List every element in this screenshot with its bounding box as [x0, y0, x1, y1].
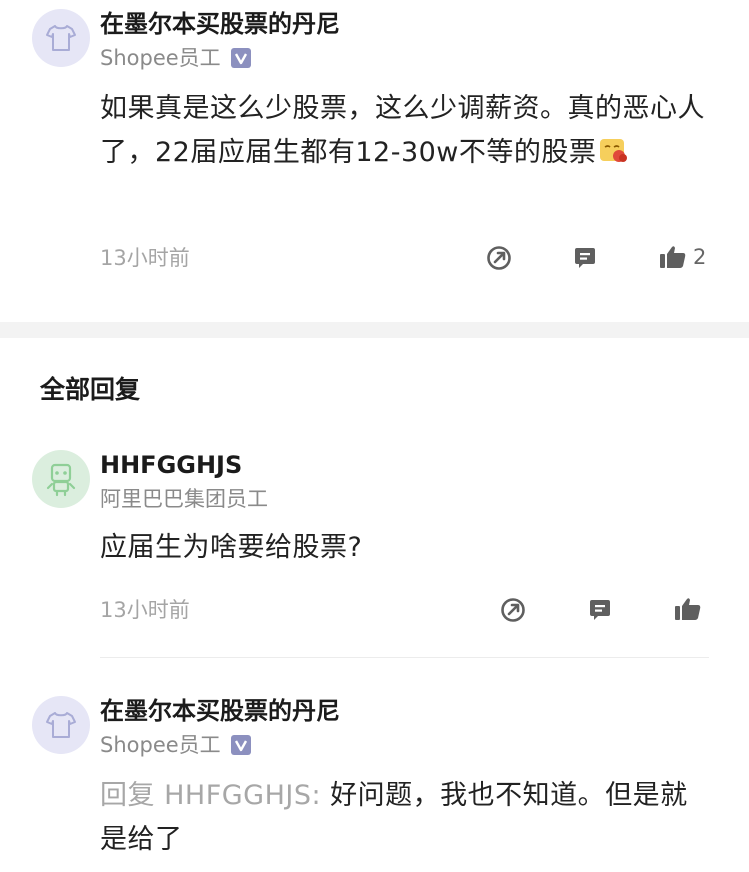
like-count: 2	[693, 245, 707, 269]
author-name[interactable]: 在墨尔本买股票的丹尼	[100, 9, 340, 39]
company-label: Shopee员工	[100, 46, 221, 70]
comment-icon	[590, 600, 610, 620]
share-icon	[501, 598, 525, 622]
verified-badge-icon	[230, 735, 251, 755]
thumbs-up-icon	[660, 246, 686, 268]
reply-item: HHFGGHJS 阿里巴巴集团员工 应届生为啥要给股票? 13小时前	[0, 440, 749, 655]
tshirt-avatar-icon[interactable]	[32, 9, 90, 67]
comment-text: 如果真是这么少股票，这么少调薪资。真的恶心人了，22届应届生都有12-30w不等…	[100, 87, 715, 179]
verified-badge-icon	[230, 48, 251, 68]
like-button[interactable]: 2	[659, 244, 706, 270]
like-button[interactable]	[674, 596, 702, 622]
section-divider	[0, 322, 749, 338]
comment-button[interactable]	[587, 597, 613, 623]
company-label: 阿里巴巴集团员工	[100, 487, 268, 511]
reply-text: 应届生为啥要给股票?	[100, 532, 363, 563]
comment-icon	[575, 248, 595, 268]
comment-button[interactable]	[572, 245, 598, 271]
top-comment: 在墨尔本买股票的丹尼 Shopee员工 如果真是这么少股票，这么少调薪资。真的恶…	[0, 0, 749, 322]
tshirt-avatar-icon[interactable]	[32, 696, 90, 754]
share-button[interactable]	[486, 245, 512, 271]
robot-avatar-icon[interactable]	[32, 450, 90, 508]
share-icon	[487, 246, 511, 270]
author-company: Shopee员工	[100, 45, 251, 71]
sick-face-emoji	[598, 135, 628, 179]
reply-text: 回复 HHFGGHJS: 好问题，我也不知道。但是就是给了	[100, 774, 700, 862]
share-button[interactable]	[500, 597, 526, 623]
thumbs-up-icon	[675, 598, 701, 620]
reply-time: 13小时前	[100, 598, 190, 622]
author-company: Shopee员工	[100, 732, 251, 758]
reply-item: 在墨尔本买股票的丹尼 Shopee员工 回复 HHFGGHJS: 好问题，我也不…	[0, 686, 749, 872]
comment-time: 13小时前	[100, 246, 190, 270]
reply-to-link[interactable]: 回复 HHFGGHJS:	[100, 780, 330, 811]
reply-divider	[100, 657, 709, 658]
replies-section-title: 全部回复	[40, 375, 141, 404]
author-name[interactable]: 在墨尔本买股票的丹尼	[100, 696, 340, 726]
company-label: Shopee员工	[100, 733, 221, 757]
author-name[interactable]: HHFGGHJS	[100, 450, 242, 480]
author-company: 阿里巴巴集团员工	[100, 486, 268, 512]
